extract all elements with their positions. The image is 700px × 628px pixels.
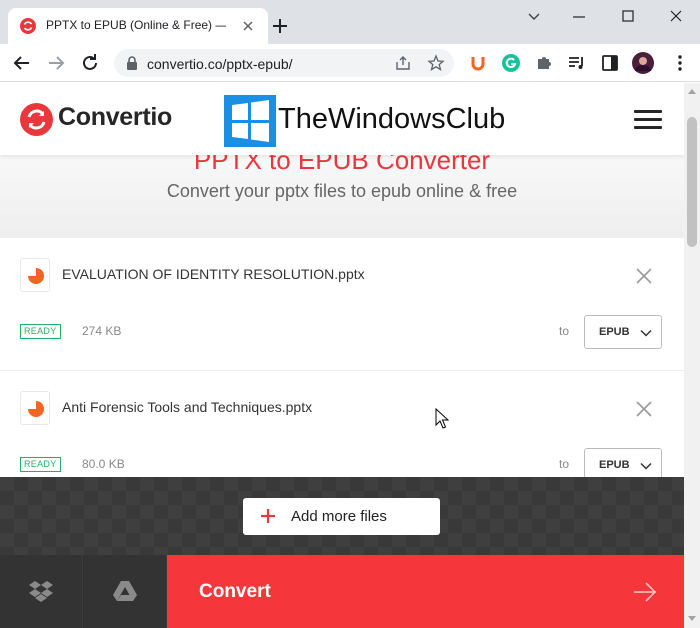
tab-search-chevron-icon[interactable]	[518, 6, 550, 28]
add-more-files-button[interactable]: Add more files	[243, 498, 440, 535]
action-bar: Convert	[0, 555, 684, 628]
format-label: EPUB	[599, 326, 630, 338]
brand-name[interactable]: Convertio	[58, 103, 172, 132]
scroll-thumb[interactable]	[687, 117, 697, 247]
format-label: EPUB	[599, 459, 630, 471]
dropbox-button[interactable]	[0, 555, 83, 628]
plus-icon	[261, 509, 275, 523]
to-label: to	[559, 457, 570, 471]
close-tab-icon[interactable]	[240, 18, 256, 34]
chevron-down-icon	[640, 326, 652, 338]
status-badge: READY	[20, 457, 61, 472]
media-queue-icon[interactable]	[567, 53, 587, 73]
file-size: 274 KB	[82, 324, 122, 338]
page-subtitle: Convert your pptx files to epub online &…	[166, 181, 518, 201]
dropbox-icon	[29, 581, 53, 602]
url-text[interactable]: convertio.co/pptx-epub/	[147, 56, 293, 72]
remove-file-icon[interactable]	[634, 399, 654, 419]
google-drive-icon	[113, 581, 137, 601]
back-arrow-icon[interactable]	[10, 51, 34, 75]
hamburger-menu-icon[interactable]	[634, 110, 662, 130]
watermark-text: TheWindowsClub	[278, 103, 506, 135]
google-drive-button[interactable]	[84, 555, 167, 628]
web-page: PPTX to EPUB Converter Convert your pptx…	[0, 83, 684, 628]
lock-icon[interactable]	[126, 56, 138, 70]
site-header: Convertio TheWindowsClub	[0, 83, 684, 155]
side-panel-icon[interactable]	[600, 53, 620, 73]
browser-tab[interactable]: PPTX to EPUB (Online & Free) —	[8, 8, 268, 44]
browser-menu-icon[interactable]	[670, 53, 690, 73]
new-tab-icon[interactable]	[268, 14, 292, 38]
close-window-icon[interactable]	[660, 6, 692, 28]
convert-label: Convert	[199, 581, 271, 602]
scroll-down-icon[interactable]	[688, 616, 696, 621]
file-name: Anti Forensic Tools and Techniques.pptx	[62, 399, 313, 415]
add-more-files-label: Add more files	[291, 508, 387, 525]
file-name: EVALUATION OF IDENTITY RESOLUTION.pptx	[62, 266, 365, 282]
convert-button[interactable]: Convert	[167, 555, 684, 628]
format-select[interactable]: EPUB	[584, 315, 662, 349]
pptx-file-icon	[20, 258, 50, 292]
file-row: EVALUATION OF IDENTITY RESOLUTION.pptx R…	[0, 237, 684, 371]
reload-icon[interactable]	[78, 51, 102, 75]
address-bar[interactable]: convertio.co/pptx-epub/	[114, 49, 454, 77]
mouse-cursor-icon	[435, 407, 450, 430]
add-files-band: Add more files	[0, 477, 684, 555]
file-size: 80.0 KB	[82, 457, 125, 471]
to-label: to	[559, 324, 570, 338]
convertio-favicon-icon	[20, 18, 36, 34]
grammarly-icon[interactable]	[501, 53, 521, 73]
forward-arrow-icon[interactable]	[44, 51, 68, 75]
bookmark-star-icon[interactable]	[427, 54, 445, 72]
pptx-file-icon	[20, 391, 50, 425]
chevron-down-icon	[640, 459, 652, 471]
tab-title: PPTX to EPUB (Online & Free) —	[46, 18, 226, 32]
profile-avatar[interactable]	[631, 51, 655, 75]
page-scrollbar[interactable]	[684, 83, 700, 628]
minimize-icon[interactable]	[563, 6, 595, 28]
share-icon[interactable]	[394, 54, 412, 72]
puzzle-icon[interactable]	[534, 53, 554, 73]
browser-toolbar: convertio.co/pptx-epub/	[0, 44, 700, 82]
arrow-right-icon	[633, 581, 657, 603]
convertio-logo-icon[interactable]	[20, 103, 53, 136]
maximize-icon[interactable]	[612, 6, 644, 28]
scroll-up-icon[interactable]	[688, 89, 696, 94]
status-badge: READY	[20, 324, 61, 339]
tab-strip: PPTX to EPUB (Online & Free) —	[0, 0, 700, 44]
windows-logo-icon	[224, 95, 276, 147]
remove-file-icon[interactable]	[634, 266, 654, 286]
u-extension-icon[interactable]	[468, 53, 488, 73]
browser-window: PPTX to EPUB (Online & Free) — convertio…	[0, 0, 700, 628]
